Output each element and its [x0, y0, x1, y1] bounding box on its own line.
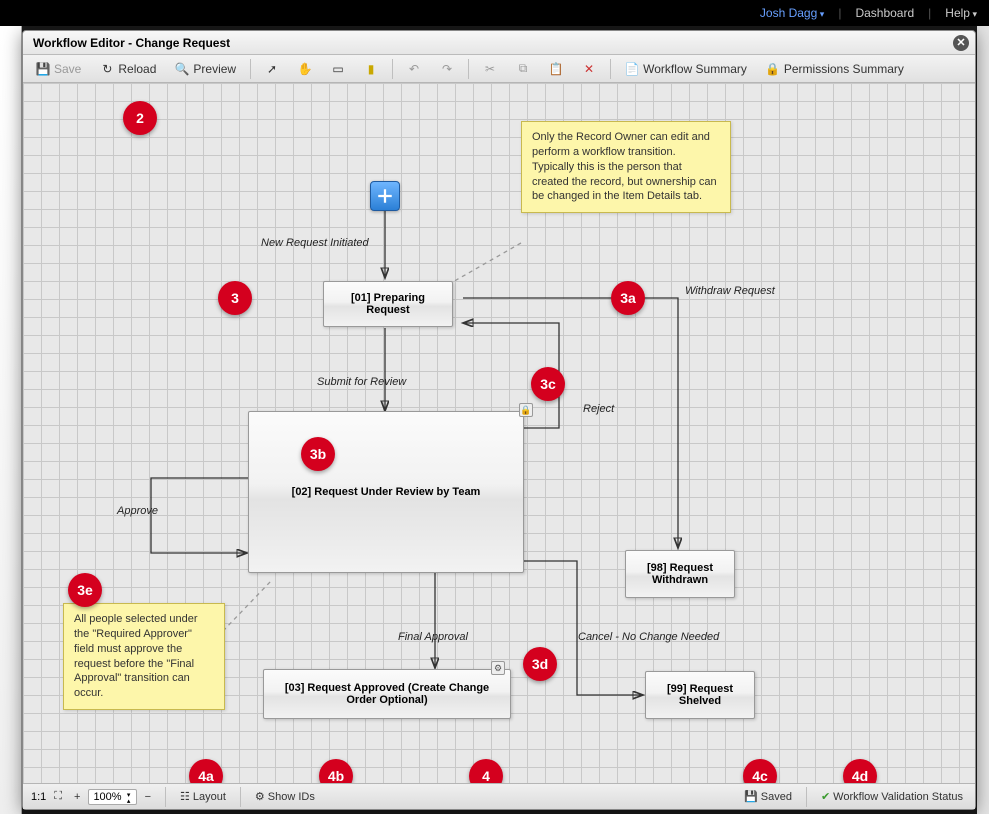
redo-icon: ↷ [440, 62, 454, 76]
show-ids-button[interactable]: ⚙ Show IDs [251, 789, 319, 804]
callout-3d: 3d [523, 647, 557, 681]
workflow-canvas[interactable]: [01] Preparing Request [02] Request Unde… [23, 83, 975, 783]
start-node[interactable] [370, 181, 400, 211]
save-icon: 💾 [744, 790, 758, 803]
paste-button[interactable]: 📋 [542, 58, 570, 80]
zoom-ratio: 1:1 [31, 791, 46, 803]
status-bar: 1:1 ⛶ + 100% − ☷ Layout ⚙ Show IDs 💾 Sav… [23, 783, 975, 809]
state-03[interactable]: [03] Request Approved (Create Change Ord… [263, 669, 511, 719]
callout-4c: 4c [743, 759, 777, 783]
layout-button[interactable]: ☷ Layout [176, 789, 230, 804]
callout-4b: 4b [319, 759, 353, 783]
callout-4a: 4a [189, 759, 223, 783]
copy-button[interactable]: ⧉ [509, 58, 537, 80]
window-title: Workflow Editor - Change Request [33, 36, 230, 50]
state-02[interactable]: [02] Request Under Review by Team [248, 411, 524, 573]
zoom-in-button[interactable]: + [70, 790, 84, 804]
workflow-summary-label: Workflow Summary [643, 62, 747, 76]
save-label: Save [54, 62, 81, 76]
note-tool[interactable]: ▮ [357, 58, 385, 80]
check-icon: ✔ [821, 790, 830, 803]
callout-3e: 3e [68, 573, 102, 607]
fit-icon: ⛶ [54, 790, 62, 803]
zoom-level[interactable]: 100% [88, 789, 136, 805]
help-menu[interactable]: Help [945, 6, 977, 20]
cut-icon: ✂ [483, 62, 497, 76]
plus-icon [376, 187, 394, 205]
close-button[interactable]: ✕ [953, 35, 969, 51]
state-98[interactable]: [98] Request Withdrawn [625, 550, 735, 598]
hand-icon: ✋ [298, 62, 312, 76]
preview-button[interactable]: 🔍 Preview [168, 58, 243, 80]
background-panel-left [0, 26, 22, 814]
callout-3: 3 [218, 281, 252, 315]
callout-3c: 3c [531, 367, 565, 401]
user-menu[interactable]: Josh Dagg [760, 6, 824, 20]
label-reject[interactable]: Reject [583, 403, 614, 415]
label-withdraw[interactable]: Withdraw Request [685, 285, 775, 297]
state-01[interactable]: [01] Preparing Request [323, 281, 453, 327]
label-new-request[interactable]: New Request Initiated [261, 237, 369, 249]
reload-label: Reload [118, 62, 156, 76]
state-99[interactable]: [99] Request Shelved [645, 671, 755, 719]
label-final-approval[interactable]: Final Approval [398, 631, 468, 643]
state-icon: ▭ [331, 62, 345, 76]
layout-label: Layout [193, 791, 226, 803]
paste-icon: 📋 [549, 62, 563, 76]
validation-label: Workflow Validation Status [833, 791, 963, 803]
permissions-icon: 🔒 [766, 62, 780, 76]
reload-button[interactable]: ↻ Reload [93, 58, 163, 80]
canvas-viewport: [01] Preparing Request [02] Request Unde… [23, 83, 975, 783]
save-button[interactable]: 💾 Save [29, 58, 88, 80]
background-panel-right [977, 26, 989, 814]
label-cancel[interactable]: Cancel - No Change Needed [578, 631, 719, 643]
pan-tool[interactable]: ✋ [291, 58, 319, 80]
validation-status[interactable]: ✔ Workflow Validation Status [817, 789, 967, 804]
copy-icon: ⧉ [516, 62, 530, 76]
summary-icon: 📄 [625, 62, 639, 76]
show-ids-label: Show IDs [268, 791, 315, 803]
save-icon: 💾 [36, 62, 50, 76]
zoom-out-button[interactable]: − [141, 790, 155, 804]
preview-icon: 🔍 [175, 62, 189, 76]
note-icon: ▮ [364, 62, 378, 76]
label-approve[interactable]: Approve [117, 505, 158, 517]
saved-status[interactable]: 💾 Saved [740, 789, 796, 804]
pointer-tool[interactable]: ➚ [258, 58, 286, 80]
permissions-summary-button[interactable]: 🔒 Permissions Summary [759, 58, 911, 80]
note-owner[interactable]: Only the Record Owner can edit and perfo… [521, 121, 731, 213]
workflow-summary-button[interactable]: 📄 Workflow Summary [618, 58, 754, 80]
gear-icon[interactable]: ⚙ [491, 661, 505, 675]
dashboard-link[interactable]: Dashboard [855, 6, 914, 20]
note-approvers[interactable]: All people selected under the "Required … [63, 603, 225, 710]
toolbar: 💾 Save ↻ Reload 🔍 Preview ➚ ✋ ▭ ▮ ↶ ↷ ✂ … [23, 55, 975, 83]
saved-label: Saved [761, 791, 792, 803]
callout-2: 2 [123, 101, 157, 135]
label-submit-review[interactable]: Submit for Review [317, 376, 406, 388]
redo-button[interactable]: ↷ [433, 58, 461, 80]
app-header: Josh Dagg | Dashboard | Help [0, 0, 989, 26]
undo-icon: ↶ [407, 62, 421, 76]
window-titlebar[interactable]: Workflow Editor - Change Request ✕ [23, 31, 975, 55]
delete-button[interactable]: ✕ [575, 58, 603, 80]
pointer-icon: ➚ [265, 62, 279, 76]
delete-icon: ✕ [582, 62, 596, 76]
layout-icon: ☷ [180, 790, 190, 803]
callout-3a: 3a [611, 281, 645, 315]
gear-icon: ⚙ [255, 790, 265, 803]
callout-3b: 3b [301, 437, 335, 471]
workflow-editor-window: Workflow Editor - Change Request ✕ 💾 Sav… [22, 30, 976, 810]
preview-label: Preview [193, 62, 236, 76]
callout-4: 4 [469, 759, 503, 783]
fit-button[interactable]: ⛶ [50, 789, 66, 804]
permissions-summary-label: Permissions Summary [784, 62, 904, 76]
state-tool[interactable]: ▭ [324, 58, 352, 80]
callout-4d: 4d [843, 759, 877, 783]
cut-button[interactable]: ✂ [476, 58, 504, 80]
undo-button[interactable]: ↶ [400, 58, 428, 80]
reload-icon: ↻ [100, 62, 114, 76]
lock-icon[interactable]: 🔒 [519, 403, 533, 417]
